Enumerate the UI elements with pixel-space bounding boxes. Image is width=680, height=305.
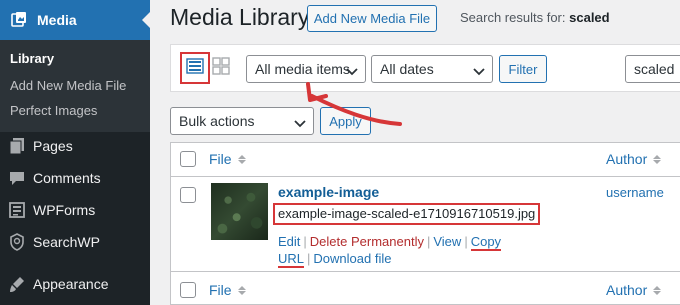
sidebar-item-appearance[interactable]: Appearance <box>0 268 150 300</box>
chevron-down-icon <box>346 64 358 80</box>
media-thumbnail[interactable] <box>211 183 268 240</box>
action-separator: | <box>303 234 307 249</box>
annotation-arrow-icon <box>306 82 402 126</box>
dates-select[interactable]: All dates <box>371 55 493 83</box>
column-author-header[interactable]: Author <box>606 282 662 298</box>
search-results-label: Search results for: scaled <box>460 10 610 25</box>
sort-icon <box>237 154 246 164</box>
row-actions: Edit | Delete Permanently | View | Copy URL | Do… <box>278 233 588 268</box>
column-file-header[interactable]: File <box>209 151 246 167</box>
page-title: Media Library <box>170 4 310 30</box>
pages-icon <box>7 136 27 156</box>
list-view-icon <box>186 57 204 79</box>
column-author-label: Author <box>606 151 648 167</box>
current-menu-arrow <box>142 12 150 28</box>
row-checkbox[interactable] <box>180 187 196 203</box>
table-row: example-image example-image-scaled-e1710… <box>171 176 680 272</box>
column-file-label: File <box>209 151 232 167</box>
media-icon <box>9 10 29 30</box>
view-link[interactable]: View <box>433 234 461 249</box>
media-search-input[interactable]: scaled <box>625 55 680 83</box>
media-filename: example-image-scaled-e1710916710519.jpg <box>273 203 541 225</box>
table-header: File Author <box>171 143 680 176</box>
sort-icon <box>653 154 662 164</box>
column-file-header[interactable]: File <box>209 282 246 298</box>
bulk-actions-selected: Bulk actions <box>179 113 255 129</box>
sidebar-item-media[interactable]: Media <box>0 0 150 40</box>
comments-icon <box>7 168 27 188</box>
media-toolbar: All media items All dates Filter scaled <box>170 44 680 92</box>
filter-button[interactable]: Filter <box>499 55 547 83</box>
wpforms-icon <box>7 200 27 220</box>
sidebar-item-label: SearchWP <box>33 234 100 250</box>
sidebar-item-comments[interactable]: Comments <box>0 162 150 194</box>
media-title-link[interactable]: example-image <box>278 184 379 200</box>
action-separator: | <box>426 234 431 249</box>
media-type-select[interactable]: All media items <box>246 55 366 83</box>
searchwp-icon <box>7 232 27 252</box>
add-new-media-button[interactable]: Add New Media File <box>307 5 437 32</box>
appearance-icon <box>7 274 27 294</box>
dates-selected: All dates <box>380 61 434 77</box>
sidebar-item-searchwp[interactable]: SearchWP <box>0 226 150 258</box>
media-submenu: Library Add New Media File Perfect Image… <box>0 40 150 132</box>
sidebar-item-label: Comments <box>33 170 101 186</box>
column-author-label: Author <box>606 282 648 298</box>
select-all-checkbox[interactable] <box>180 282 196 298</box>
search-results-prefix: Search results for: <box>460 10 566 25</box>
admin-sidebar: Media Library Add New Media File Perfect… <box>0 0 150 305</box>
grid-view-button[interactable] <box>212 56 230 80</box>
sidebar-item-label: Media <box>37 12 77 28</box>
submenu-item-library[interactable]: Library <box>10 51 54 66</box>
action-separator: | <box>464 234 468 249</box>
action-separator: | <box>307 251 311 266</box>
grid-view-icon <box>212 56 230 80</box>
table-footer: File Author <box>171 274 680 305</box>
sort-icon <box>237 285 246 295</box>
sidebar-item-label: Appearance <box>33 276 109 292</box>
sidebar-item-label: WPForms <box>33 202 96 218</box>
submenu-item-add-new[interactable]: Add New Media File <box>10 78 126 93</box>
sidebar-item-pages[interactable]: Pages <box>0 130 150 162</box>
media-type-selected: All media items <box>255 61 350 77</box>
sort-icon <box>653 285 662 295</box>
sidebar-item-wpforms[interactable]: WPForms <box>0 194 150 226</box>
search-term: scaled <box>569 10 610 25</box>
column-file-label: File <box>209 282 232 298</box>
delete-permanently-link[interactable]: Delete Permanently <box>310 234 424 249</box>
chevron-down-icon <box>473 64 485 80</box>
submenu-item-perfect-images[interactable]: Perfect Images <box>10 103 97 118</box>
sidebar-item-label: Pages <box>33 138 73 154</box>
bulk-actions-select[interactable]: Bulk actions <box>170 107 314 135</box>
author-link[interactable]: username <box>606 185 664 200</box>
download-file-link[interactable]: Download file <box>313 251 391 266</box>
edit-link[interactable]: Edit <box>278 234 300 249</box>
media-table: File Author example-image example-image-… <box>170 142 680 305</box>
select-all-checkbox[interactable] <box>180 151 196 167</box>
column-author-header[interactable]: Author <box>606 151 662 167</box>
list-view-button[interactable] <box>180 52 210 84</box>
